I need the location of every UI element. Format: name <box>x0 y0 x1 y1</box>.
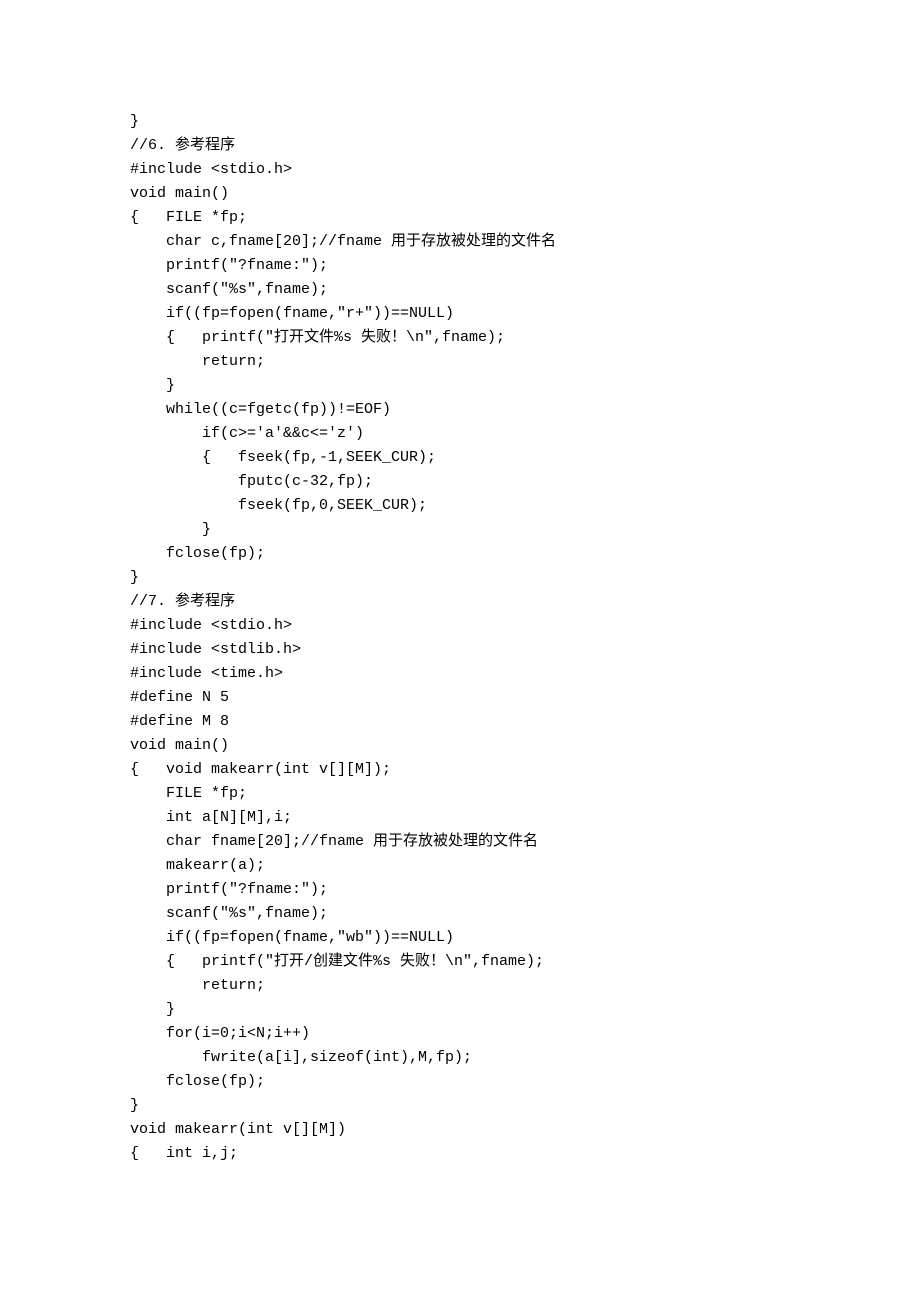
code-line: //6. 参考程序 <box>130 137 235 154</box>
code-line: void makearr(int v[][M]) <box>130 1121 346 1138</box>
code-line: { printf("打开/创建文件%s 失败！\n",fname); <box>130 953 544 970</box>
code-line: printf("?fname:"); <box>130 257 328 274</box>
code-line: } <box>130 1001 175 1018</box>
code-line: { int i,j; <box>130 1145 238 1162</box>
code-line: #include <stdio.h> <box>130 161 292 178</box>
code-line: int a[N][M],i; <box>130 809 292 826</box>
code-line: fputc(c-32,fp); <box>130 473 373 490</box>
code-line: //7. 参考程序 <box>130 593 235 610</box>
code-line: } <box>130 569 139 586</box>
code-line: FILE *fp; <box>130 785 247 802</box>
code-line: fwrite(a[i],sizeof(int),M,fp); <box>130 1049 472 1066</box>
code-line: if(c>='a'&&c<='z') <box>130 425 364 442</box>
code-line: while((c=fgetc(fp))!=EOF) <box>130 401 391 418</box>
code-line: #include <stdio.h> <box>130 617 292 634</box>
code-line: #include <stdlib.h> <box>130 641 301 658</box>
code-line: } <box>130 377 175 394</box>
code-line: } <box>130 113 139 130</box>
code-line: } <box>130 1097 139 1114</box>
code-line: fseek(fp,0,SEEK_CUR); <box>130 497 427 514</box>
code-line: makearr(a); <box>130 857 265 874</box>
code-line: } <box>130 521 211 538</box>
code-line: #define N 5 <box>130 689 229 706</box>
code-document: } //6. 参考程序 #include <stdio.h> void main… <box>0 0 920 1226</box>
code-line: if((fp=fopen(fname,"r+"))==NULL) <box>130 305 454 322</box>
code-line: scanf("%s",fname); <box>130 905 328 922</box>
code-line: return; <box>130 353 265 370</box>
code-line: if((fp=fopen(fname,"wb"))==NULL) <box>130 929 454 946</box>
code-line: void main() <box>130 185 229 202</box>
code-line: #include <time.h> <box>130 665 283 682</box>
code-line: return; <box>130 977 265 994</box>
code-line: { FILE *fp; <box>130 209 247 226</box>
code-line: char c,fname[20];//fname 用于存放被处理的文件名 <box>130 233 556 250</box>
code-line: for(i=0;i<N;i++) <box>130 1025 310 1042</box>
code-line: void main() <box>130 737 229 754</box>
code-line: #define M 8 <box>130 713 229 730</box>
code-line: fclose(fp); <box>130 545 265 562</box>
code-line: fclose(fp); <box>130 1073 265 1090</box>
code-line: { fseek(fp,-1,SEEK_CUR); <box>130 449 436 466</box>
code-line: scanf("%s",fname); <box>130 281 328 298</box>
code-line: char fname[20];//fname 用于存放被处理的文件名 <box>130 833 538 850</box>
code-line: { void makearr(int v[][M]); <box>130 761 391 778</box>
code-line: printf("?fname:"); <box>130 881 328 898</box>
code-line: { printf("打开文件%s 失败！\n",fname); <box>130 329 505 346</box>
